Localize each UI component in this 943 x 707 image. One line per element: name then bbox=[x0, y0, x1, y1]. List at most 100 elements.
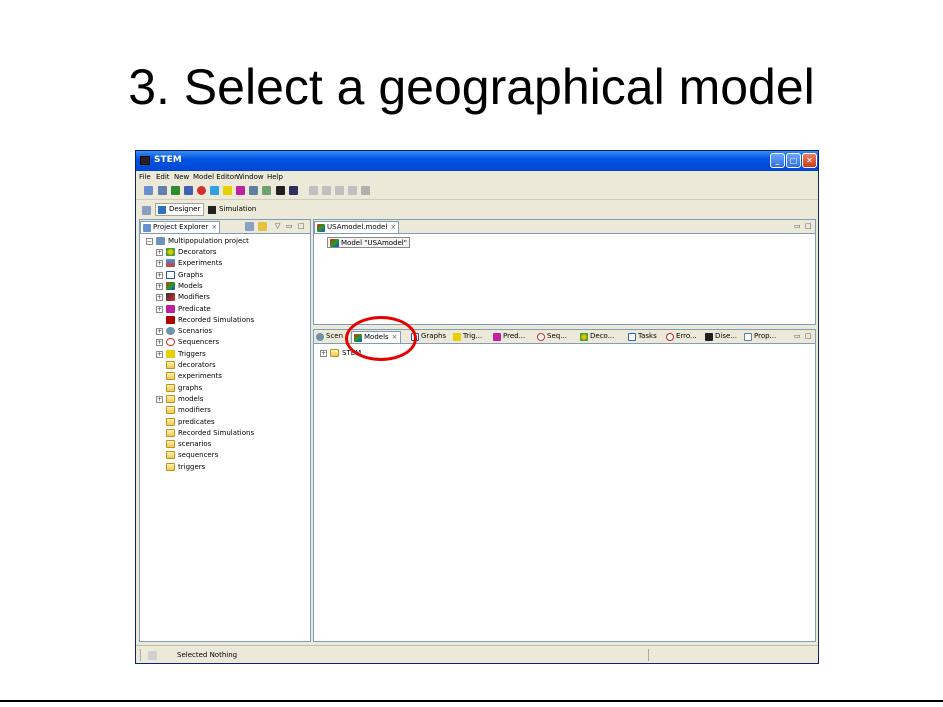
new-experiment-icon[interactable] bbox=[210, 186, 219, 195]
model-icon bbox=[330, 239, 339, 247]
menu-new[interactable]: New bbox=[174, 173, 189, 181]
menu-help[interactable]: Help bbox=[267, 173, 283, 181]
properties-icon bbox=[744, 333, 752, 341]
perspective-simulation[interactable]: Simulation bbox=[205, 203, 260, 216]
folder-icon bbox=[166, 451, 175, 460]
tree-item-label: scenarios bbox=[178, 440, 212, 449]
menu-window[interactable]: Window bbox=[236, 173, 264, 181]
graphs-icon bbox=[166, 270, 175, 279]
new-modifier-icon[interactable] bbox=[249, 186, 258, 195]
slide-rule bbox=[0, 700, 943, 702]
expand-icon[interactable]: + bbox=[156, 395, 163, 403]
pause-icon[interactable] bbox=[322, 186, 331, 195]
maximize-view-icon[interactable]: □ bbox=[805, 332, 812, 340]
close-tab-icon[interactable]: ⨯ bbox=[390, 223, 396, 231]
tab-prop[interactable]: Prop... bbox=[742, 331, 778, 343]
tab-dise[interactable]: Dise... bbox=[703, 331, 739, 343]
sequencers-icon bbox=[537, 333, 545, 341]
tab-deco[interactable]: Deco... bbox=[578, 331, 616, 343]
model-node-usamodel[interactable]: Model "USAmodel" bbox=[327, 237, 410, 248]
expand-icon[interactable]: + bbox=[156, 305, 163, 313]
new-project-icon[interactable] bbox=[144, 186, 153, 195]
tree-item-label: Predicate bbox=[178, 304, 211, 313]
experiments-icon bbox=[166, 259, 175, 268]
status-icon bbox=[148, 651, 157, 660]
new-trigger-icon[interactable] bbox=[223, 186, 232, 195]
expand-icon[interactable]: + bbox=[156, 294, 163, 302]
collapse-all-icon[interactable] bbox=[245, 222, 254, 231]
tree-item-label: modifiers bbox=[178, 406, 211, 415]
folder-icon bbox=[166, 394, 175, 403]
menu-edit[interactable]: Edit bbox=[156, 173, 170, 181]
new-scenario-icon[interactable] bbox=[262, 186, 271, 195]
open-perspective-icon[interactable] bbox=[142, 206, 151, 215]
tasks-icon bbox=[628, 333, 636, 341]
new-predicate-icon[interactable] bbox=[236, 186, 245, 195]
tree-item-label: decorators bbox=[178, 361, 216, 369]
minimize-button[interactable]: _ bbox=[770, 153, 785, 168]
triggers-icon bbox=[166, 349, 175, 358]
decorators-icon bbox=[580, 333, 588, 341]
decorators-icon bbox=[166, 248, 175, 256]
sequencers-icon bbox=[166, 338, 175, 347]
tab-label: Dise... bbox=[715, 332, 737, 340]
close-button[interactable]: ✕ bbox=[802, 153, 817, 168]
new-population-icon[interactable] bbox=[289, 186, 298, 195]
disease-icon bbox=[705, 333, 713, 341]
tab-scen[interactable]: Scen bbox=[314, 331, 345, 343]
close-tab-icon[interactable]: ⨯ bbox=[211, 223, 217, 231]
step-icon[interactable] bbox=[335, 186, 344, 195]
stop-icon[interactable] bbox=[361, 186, 370, 195]
expand-icon[interactable]: + bbox=[156, 282, 163, 290]
expand-icon[interactable]: + bbox=[156, 328, 163, 336]
tab-erro[interactable]: Erro... bbox=[664, 331, 699, 343]
minimize-view-icon[interactable]: ▭ bbox=[286, 222, 293, 230]
expand-icon[interactable]: + bbox=[156, 260, 163, 268]
expand-icon[interactable]: + bbox=[156, 339, 163, 347]
collapse-icon[interactable]: − bbox=[146, 238, 153, 245]
tab-trig[interactable]: Trig... bbox=[451, 331, 484, 343]
library-views-panel: ▭ □ Scen Models ⨯ Graphs Trig... Pred... Seq..… bbox=[313, 329, 816, 642]
tab-seq[interactable]: Seq... bbox=[535, 331, 569, 343]
status-text: Selected Nothing bbox=[177, 651, 238, 659]
window-title: STEM bbox=[154, 155, 182, 165]
maximize-view-icon[interactable]: □ bbox=[298, 222, 305, 230]
tree-item-label: Graphs bbox=[178, 270, 204, 279]
new-disease-icon[interactable] bbox=[276, 186, 285, 195]
expand-icon[interactable]: + bbox=[156, 249, 163, 256]
designer-icon bbox=[158, 206, 166, 214]
view-menu-icon[interactable]: ▽ bbox=[275, 222, 280, 230]
expand-icon[interactable]: + bbox=[320, 350, 327, 357]
model-file-icon bbox=[317, 224, 325, 232]
new-sequencer-icon[interactable] bbox=[197, 186, 206, 195]
tab-project-explorer[interactable]: Project Explorer ⨯ bbox=[140, 221, 221, 233]
tab-tasks[interactable]: Tasks bbox=[626, 331, 659, 343]
expand-icon[interactable]: + bbox=[156, 350, 163, 358]
tree-item-label: Decorators bbox=[178, 248, 217, 256]
perspective-designer[interactable]: Designer bbox=[155, 203, 205, 216]
tab-label: Seq... bbox=[547, 332, 567, 340]
maximize-view-icon[interactable]: □ bbox=[805, 222, 812, 230]
minimize-view-icon[interactable]: ▭ bbox=[794, 332, 801, 340]
link-editor-icon[interactable] bbox=[258, 222, 267, 231]
new-graph-icon[interactable] bbox=[184, 186, 193, 195]
new-decorator-icon[interactable] bbox=[158, 186, 167, 195]
run-icon[interactable] bbox=[309, 186, 318, 195]
tab-pred[interactable]: Pred... bbox=[491, 331, 527, 343]
folder-icon bbox=[166, 417, 175, 426]
new-model-icon[interactable] bbox=[171, 186, 180, 195]
tab-label: Deco... bbox=[590, 332, 615, 340]
tree-item-label: predicates bbox=[178, 417, 215, 426]
tree-item-label: graphs bbox=[178, 383, 203, 392]
window-titlebar[interactable]: STEM _ □ ✕ bbox=[136, 151, 818, 171]
menu-file[interactable]: File bbox=[139, 173, 151, 181]
reset-icon[interactable] bbox=[348, 186, 357, 195]
perspective-bar: Designer Simulation bbox=[136, 201, 818, 218]
minimize-view-icon[interactable]: ▭ bbox=[794, 222, 801, 230]
tab-label: Scen bbox=[326, 332, 344, 340]
menu-model-editor[interactable]: Model Editor bbox=[193, 173, 237, 181]
tab-usamodel[interactable]: USAmodel.model ⨯ bbox=[314, 221, 400, 233]
expand-icon[interactable]: + bbox=[156, 271, 163, 279]
maximize-button[interactable]: □ bbox=[786, 153, 801, 168]
project-icon bbox=[156, 237, 165, 245]
